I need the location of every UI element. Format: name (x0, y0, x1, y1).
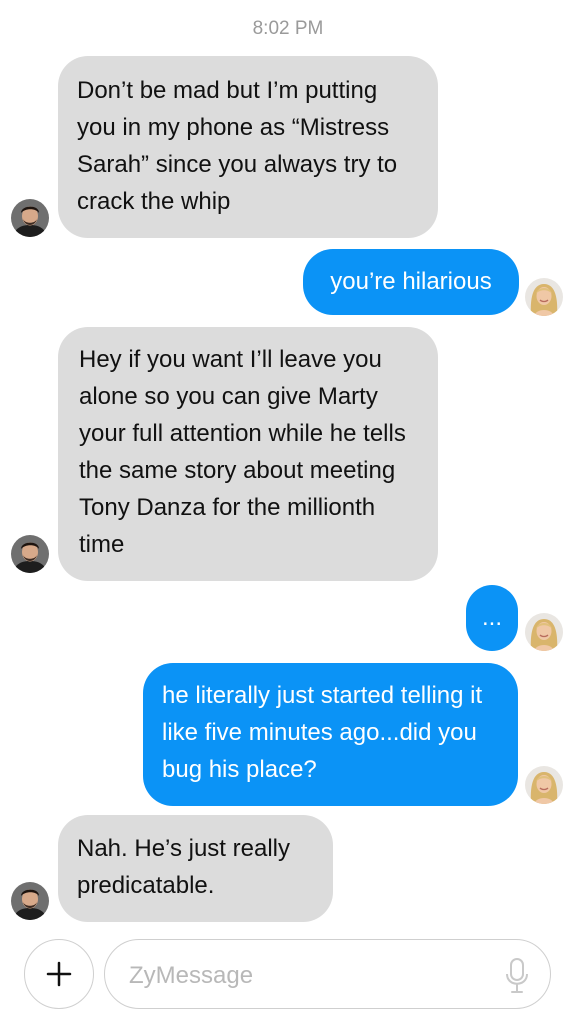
outgoing-message-bubble[interactable]: he literally just started telling it lik… (143, 663, 518, 806)
incoming-message-bubble[interactable]: Don’t be mad but I’m putting you in my p… (58, 56, 438, 238)
incoming-message-bubble[interactable]: Nah. He’s just really predicatable. (58, 815, 333, 922)
avatar-man-icon (11, 199, 49, 237)
add-attachment-button[interactable] (24, 939, 94, 1009)
outgoing-message-bubble[interactable]: you’re hilarious (303, 249, 519, 315)
my-avatar[interactable] (525, 766, 563, 804)
my-avatar[interactable] (525, 278, 563, 316)
contact-avatar[interactable] (11, 535, 49, 573)
contact-avatar[interactable] (11, 199, 49, 237)
avatar-woman-icon (525, 613, 563, 651)
microphone-icon[interactable] (504, 957, 530, 1000)
avatar-woman-icon (525, 766, 563, 804)
incoming-message-bubble[interactable]: Hey if you want I’ll leave you alone so … (58, 327, 438, 581)
contact-avatar[interactable] (11, 882, 49, 920)
message-input[interactable] (127, 960, 491, 992)
message-input-field[interactable] (104, 939, 551, 1009)
my-avatar[interactable] (525, 613, 563, 651)
avatar-man-icon (11, 535, 49, 573)
plus-icon (46, 961, 72, 987)
avatar-woman-icon (525, 278, 563, 316)
timestamp: 8:02 PM (252, 18, 324, 39)
outgoing-message-bubble[interactable]: ... (466, 585, 518, 651)
avatar-man-icon (11, 882, 49, 920)
